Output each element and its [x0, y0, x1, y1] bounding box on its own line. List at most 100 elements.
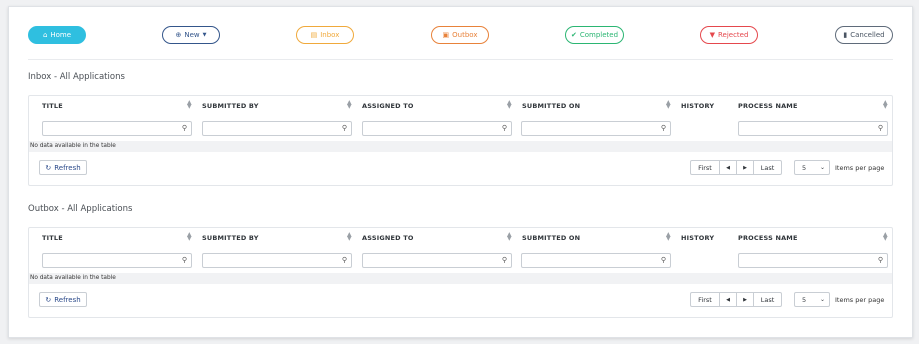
new-label: New [184, 31, 200, 39]
column-header-submitted-on[interactable]: SUBMITTED ON [522, 234, 580, 242]
column-header-process-name[interactable]: PROCESS NAME [738, 234, 798, 242]
outbox-icon: ▣ [442, 30, 450, 39]
column-header-assigned-to[interactable]: ASSIGNED TO [362, 102, 414, 110]
cancelled-button[interactable]: ▮ Cancelled [835, 26, 893, 44]
last-page-button[interactable]: Last [753, 160, 782, 175]
first-page-button[interactable]: First [690, 160, 720, 175]
title-filter-input[interactable]: ⚲ [42, 121, 192, 142]
empty-table-message: No data available in the table [29, 141, 892, 152]
chevron-down-icon: ⌄ [819, 296, 825, 303]
sort-icon[interactable]: ▲ ▼ [666, 232, 671, 242]
sort-icon[interactable]: ▲ ▼ [883, 100, 888, 110]
assigned-to-filter-input[interactable]: ⚲ [362, 253, 512, 274]
process-name-filter-input[interactable]: ⚲ [738, 121, 888, 142]
sort-icon[interactable]: ▲ ▼ [507, 232, 512, 242]
items-per-page-value: 5 [802, 295, 807, 304]
completed-label: Completed [579, 31, 619, 39]
submitted-by-filter-input[interactable]: ⚲ [202, 253, 352, 274]
home-button[interactable]: ⌂ Home [28, 26, 86, 44]
items-per-page-label: Items per page [835, 164, 885, 172]
process-name-filter-input[interactable]: ⚲ [738, 253, 888, 274]
pagination: First ◀ ▶ Last [690, 160, 782, 175]
search-icon: ⚲ [181, 256, 187, 264]
empty-table-message: No data available in the table [29, 273, 892, 284]
sort-icon[interactable]: ▲ ▼ [883, 232, 888, 242]
last-page-button[interactable]: Last [753, 292, 782, 307]
rejected-button[interactable]: ▼ Rejected [700, 26, 758, 44]
search-icon: ⚲ [501, 124, 507, 132]
inbox-table-header: TITLE ▲ ▼ SUBMITTED BY ▲ ▼ ASSIGNED TO ▲ ▼ … [29, 96, 892, 116]
search-icon: ⚲ [341, 256, 347, 264]
column-header-history: HISTORY [681, 102, 715, 110]
refresh-icon: ↻ [45, 163, 52, 172]
search-icon: ⚲ [660, 124, 666, 132]
outbox-button[interactable]: ▣ Outbox [431, 26, 489, 44]
column-header-history: HISTORY [681, 234, 715, 242]
search-icon: ⚲ [877, 256, 883, 264]
search-icon: ⚲ [660, 256, 666, 264]
sort-icon[interactable]: ▲ ▼ [347, 232, 352, 242]
caret-right-icon: ▶ [743, 164, 747, 171]
search-icon: ⚲ [501, 256, 507, 264]
prev-page-button[interactable]: ◀ [719, 160, 737, 175]
home-label: Home [50, 31, 72, 39]
items-per-page-label: Items per page [835, 296, 885, 304]
toolbar-divider [28, 59, 893, 60]
column-header-process-name[interactable]: PROCESS NAME [738, 102, 798, 110]
check-circle-icon: ✔ [570, 30, 577, 39]
column-header-submitted-on[interactable]: SUBMITTED ON [522, 102, 580, 110]
column-header-submitted-by[interactable]: SUBMITTED BY [202, 234, 259, 242]
cancelled-label: Cancelled [850, 31, 885, 39]
inbox-label: Inbox [320, 31, 340, 39]
sort-icon[interactable]: ▲ ▼ [507, 100, 512, 110]
outbox-table-header: TITLE ▲ ▼ SUBMITTED BY ▲ ▼ ASSIGNED TO ▲ ▼ … [29, 228, 892, 248]
completed-button[interactable]: ✔ Completed [565, 26, 624, 44]
home-icon: ⌂ [42, 30, 48, 39]
first-page-button[interactable]: First [690, 292, 720, 307]
inbox-table-panel: TITLE ▲ ▼ SUBMITTED BY ▲ ▼ ASSIGNED TO ▲ ▼ … [28, 95, 893, 186]
sort-icon[interactable]: ▲ ▼ [347, 100, 352, 110]
rejected-label: Rejected [717, 31, 749, 39]
sort-icon[interactable]: ▲ ▼ [666, 100, 671, 110]
items-per-page-select[interactable]: 5 ⌄ [794, 292, 830, 307]
items-per-page-select[interactable]: 5 ⌄ [794, 160, 830, 175]
main-card: ⌂ Home ⊕ New ▼ ▤ Inbox ▣ Outbox ✔ Comple… [8, 6, 913, 338]
next-page-button[interactable]: ▶ [736, 292, 754, 307]
column-header-submitted-by[interactable]: SUBMITTED BY [202, 102, 259, 110]
caret-left-icon: ◀ [726, 164, 730, 171]
assigned-to-filter-input[interactable]: ⚲ [362, 121, 512, 142]
refresh-label: Refresh [54, 295, 81, 304]
prev-page-button[interactable]: ◀ [719, 292, 737, 307]
submitted-on-filter-input[interactable]: ⚲ [521, 121, 671, 142]
inbox-icon: ▤ [310, 30, 318, 39]
outbox-section-title: Outbox - All Applications [28, 204, 133, 214]
trash-icon: ▮ [843, 30, 848, 39]
column-header-title[interactable]: TITLE [42, 102, 63, 110]
inbox-button[interactable]: ▤ Inbox [296, 26, 354, 44]
next-page-button[interactable]: ▶ [736, 160, 754, 175]
sort-icon[interactable]: ▲ ▼ [187, 100, 192, 110]
column-header-assigned-to[interactable]: ASSIGNED TO [362, 234, 414, 242]
outbox-label: Outbox [452, 31, 478, 39]
new-button[interactable]: ⊕ New ▼ [162, 26, 220, 44]
refresh-button[interactable]: ↻ Refresh [39, 160, 87, 175]
caret-left-icon: ◀ [726, 296, 730, 303]
caret-down-icon: ▼ [202, 31, 207, 38]
plus-circle-icon: ⊕ [175, 30, 182, 39]
search-icon: ⚲ [877, 124, 883, 132]
submitted-by-filter-input[interactable]: ⚲ [202, 121, 352, 142]
thumbs-down-icon: ▼ [709, 30, 715, 39]
submitted-on-filter-input[interactable]: ⚲ [521, 253, 671, 274]
toolbar: ⌂ Home ⊕ New ▼ ▤ Inbox ▣ Outbox ✔ Comple… [28, 26, 893, 44]
outbox-table-panel: TITLE ▲ ▼ SUBMITTED BY ▲ ▼ ASSIGNED TO ▲ ▼ … [28, 227, 893, 318]
caret-right-icon: ▶ [743, 296, 747, 303]
inbox-section-title: Inbox - All Applications [28, 72, 125, 82]
sort-icon[interactable]: ▲ ▼ [187, 232, 192, 242]
refresh-button[interactable]: ↻ Refresh [39, 292, 87, 307]
search-icon: ⚲ [341, 124, 347, 132]
chevron-down-icon: ⌄ [819, 164, 825, 171]
items-per-page-value: 5 [802, 163, 807, 172]
column-header-title[interactable]: TITLE [42, 234, 63, 242]
refresh-label: Refresh [54, 163, 81, 172]
title-filter-input[interactable]: ⚲ [42, 253, 192, 274]
